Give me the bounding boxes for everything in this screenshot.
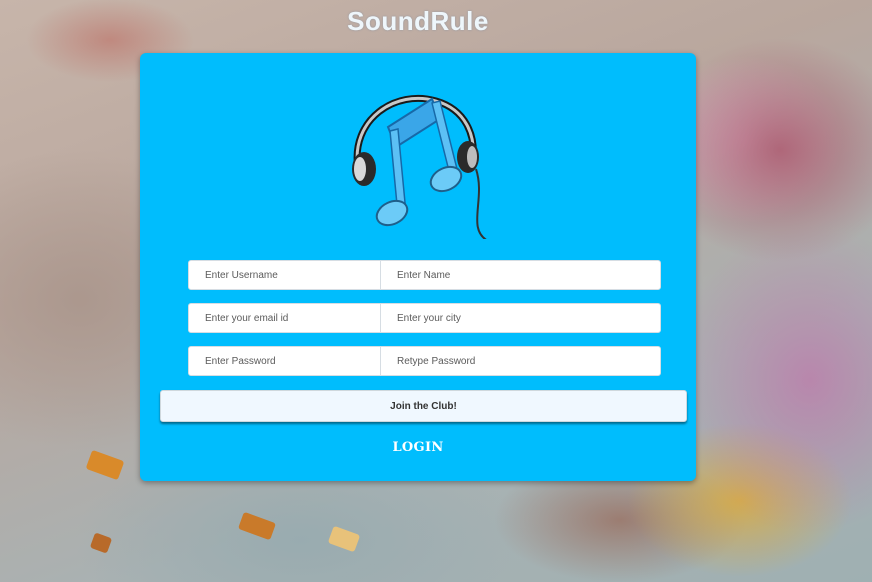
- form-row-passwords: [188, 346, 661, 376]
- email-input[interactable]: [188, 303, 382, 333]
- username-input[interactable]: [188, 260, 382, 290]
- city-input[interactable]: [380, 303, 661, 333]
- background-decoration: [89, 532, 113, 554]
- retype-password-input[interactable]: [380, 346, 661, 376]
- background-decoration: [85, 449, 125, 481]
- background-decoration: [237, 511, 277, 541]
- join-club-button[interactable]: Join the Club!: [160, 390, 687, 422]
- headphones-music-note-icon: [352, 94, 488, 239]
- form-row-email-city: [188, 303, 661, 333]
- form-row-username-name: [188, 260, 661, 290]
- signup-card: Join the Club! LOGIN: [140, 53, 696, 481]
- background-decoration: [327, 525, 361, 553]
- app-title: SoundRule: [347, 6, 489, 36]
- password-input[interactable]: [188, 346, 382, 376]
- login-link[interactable]: LOGIN: [140, 440, 696, 455]
- name-input[interactable]: [380, 260, 661, 290]
